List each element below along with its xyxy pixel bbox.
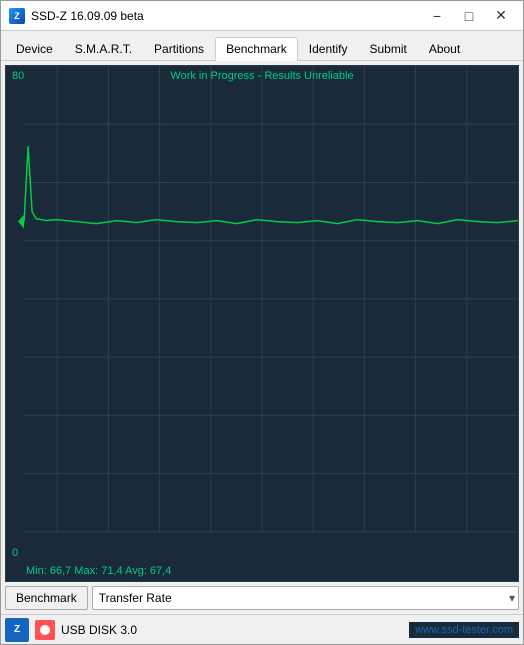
benchmark-chart: Work in Progress - Results Unreliable 80: [5, 65, 519, 582]
window-controls: − □ ✕: [423, 6, 515, 26]
title-bar: Z SSD-Z 16.09.09 beta − □ ✕: [1, 1, 523, 31]
app-status-icon: Z: [5, 618, 29, 642]
disk-icon: [35, 620, 55, 640]
tab-submit[interactable]: Submit: [358, 37, 417, 61]
y-axis-min-label: 0: [12, 547, 18, 559]
tab-identify[interactable]: Identify: [298, 37, 359, 61]
disk-icon-inner: [40, 625, 50, 635]
tab-about[interactable]: About: [418, 37, 471, 61]
website-url: www.ssd-tester.com: [409, 622, 519, 638]
y-axis-max-label: 80: [12, 70, 24, 82]
tab-device[interactable]: Device: [5, 37, 64, 61]
status-bar: Z USB DISK 3.0 www.ssd-tester.com: [1, 614, 523, 644]
menu-bar: Device S.M.A.R.T. Partitions Benchmark I…: [1, 31, 523, 61]
minimize-button[interactable]: −: [423, 6, 451, 26]
tab-smart[interactable]: S.M.A.R.T.: [64, 37, 143, 61]
transfer-type-select[interactable]: Transfer Rate Access Time IOPS: [92, 586, 519, 610]
close-button[interactable]: ✕: [487, 6, 515, 26]
disk-name: USB DISK 3.0: [61, 623, 409, 637]
app-icon: Z: [9, 8, 25, 24]
chart-stats: Min: 66,7 Max: 71,4 Avg: 67,4: [26, 565, 518, 577]
maximize-button[interactable]: □: [455, 6, 483, 26]
benchmark-button[interactable]: Benchmark: [5, 586, 88, 610]
main-content: Work in Progress - Results Unreliable 80: [1, 61, 523, 614]
chart-svg: [6, 66, 518, 558]
toolbar: Benchmark Transfer Rate Access Time IOPS…: [1, 582, 523, 614]
transfer-type-select-container: Transfer Rate Access Time IOPS ▾: [92, 586, 519, 610]
chart-header-text: Work in Progress - Results Unreliable: [6, 70, 518, 82]
tab-partitions[interactable]: Partitions: [143, 37, 215, 61]
window-title: SSD-Z 16.09.09 beta: [31, 9, 423, 23]
tab-benchmark[interactable]: Benchmark: [215, 37, 298, 61]
main-window: Z SSD-Z 16.09.09 beta − □ ✕ Device S.M.A…: [0, 0, 524, 645]
